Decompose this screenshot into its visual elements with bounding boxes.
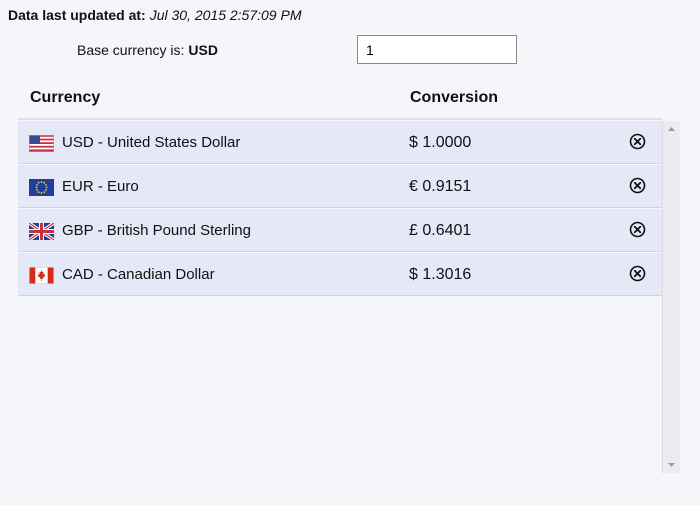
conversion-rate: $ 1.3016 bbox=[409, 266, 472, 283]
vertical-scrollbar[interactable] bbox=[662, 121, 680, 473]
conversion-rate: € 0.9151 bbox=[409, 178, 472, 195]
currency-row-eur: EUR - Euro € 0.9151 bbox=[18, 165, 662, 208]
column-header-currency: Currency bbox=[30, 89, 101, 106]
us-flag-icon bbox=[29, 135, 54, 152]
base-currency-label: Base currency is: bbox=[77, 42, 185, 58]
base-currency-code: USD bbox=[188, 42, 218, 58]
currency-name: GBP - British Pound Sterling bbox=[62, 222, 251, 239]
eu-flag-icon bbox=[29, 179, 54, 196]
header-divider bbox=[18, 118, 662, 120]
amount-input[interactable] bbox=[357, 35, 517, 64]
conversion-rate: £ 0.6401 bbox=[409, 222, 472, 239]
currency-name: EUR - Euro bbox=[62, 178, 139, 195]
last-updated-value: Jul 30, 2015 2:57:09 PM bbox=[149, 7, 302, 23]
column-header-conversion: Conversion bbox=[410, 89, 499, 106]
scroll-down-arrow-icon[interactable] bbox=[663, 457, 680, 473]
base-currency: Base currency is: USD bbox=[77, 42, 218, 58]
gb-flag-icon bbox=[29, 223, 54, 240]
scroll-up-arrow-icon[interactable] bbox=[663, 121, 680, 137]
remove-currency-cad-icon[interactable] bbox=[629, 265, 646, 282]
remove-currency-gbp-icon[interactable] bbox=[629, 221, 646, 238]
remove-currency-eur-icon[interactable] bbox=[629, 177, 646, 194]
currency-row-usd: USD - United States Dollar $ 1.0000 bbox=[18, 121, 662, 164]
conversion-rate: $ 1.0000 bbox=[409, 134, 472, 151]
currency-name: CAD - Canadian Dollar bbox=[62, 266, 215, 283]
last-updated-label: Data last updated at: bbox=[8, 7, 146, 23]
remove-currency-usd-icon[interactable] bbox=[629, 133, 646, 150]
currency-row-cad: CAD - Canadian Dollar $ 1.3016 bbox=[18, 253, 662, 296]
currency-list: USD - United States Dollar $ 1.0000 EUR … bbox=[18, 121, 662, 473]
currency-row-gbp: GBP - British Pound Sterling £ 0.6401 bbox=[18, 209, 662, 252]
last-updated: Data last updated at: Jul 30, 2015 2:57:0… bbox=[8, 7, 301, 23]
currency-name: USD - United States Dollar bbox=[62, 134, 241, 151]
ca-flag-icon bbox=[29, 267, 54, 284]
